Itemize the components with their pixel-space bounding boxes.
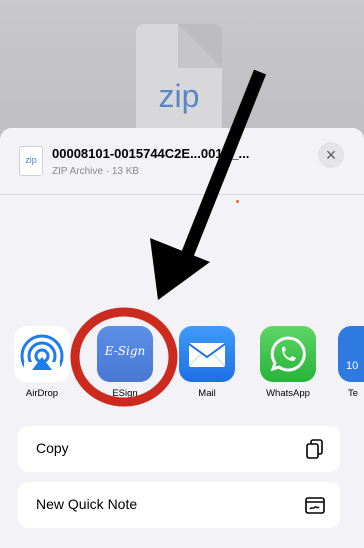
- app-label-partial: Te: [348, 388, 359, 399]
- page-fold: [178, 24, 222, 68]
- app-label-mail: Mail: [198, 388, 216, 399]
- close-button[interactable]: ×: [318, 142, 344, 168]
- copy-action[interactable]: Copy: [18, 426, 340, 472]
- app-label-whatsapp: WhatsApp: [266, 388, 310, 399]
- app-partial[interactable]: 10 Te: [338, 326, 364, 399]
- copy-icon: [306, 439, 323, 459]
- app-airdrop[interactable]: AirDrop: [12, 326, 72, 399]
- new-quick-note-action[interactable]: New Quick Note: [18, 482, 340, 528]
- share-apps-row: AirDrop E-Sign ESign Mail WhatsApp 10 Te: [0, 326, 364, 416]
- zip-document-preview: zip: [136, 24, 222, 136]
- file-name: 00008101-0015744C2E...001E_...: [52, 146, 250, 161]
- share-sheet: zip 00008101-0015744C2E...001E_... ZIP A…: [0, 128, 364, 548]
- page-indicator-dot: [236, 200, 239, 203]
- file-meta: ZIP Archive · 13 KB: [52, 166, 140, 177]
- zip-preview-label: zip: [158, 78, 200, 114]
- new-quick-note-label: New Quick Note: [36, 496, 138, 512]
- partial-app-tile-text: 10: [346, 360, 359, 372]
- app-mail[interactable]: Mail: [177, 326, 237, 399]
- whatsapp-icon[interactable]: [260, 326, 316, 382]
- app-label-esign: ESign: [112, 388, 138, 399]
- mail-icon[interactable]: [179, 326, 235, 382]
- esign-icon[interactable]: E-Sign: [97, 326, 153, 382]
- app-label-airdrop: AirDrop: [25, 388, 59, 399]
- zip-file-icon: zip: [19, 146, 43, 176]
- app-esign[interactable]: E-Sign ESign: [95, 326, 155, 399]
- partial-app-icon[interactable]: 10: [338, 326, 364, 382]
- share-sheet-header: zip 00008101-0015744C2E...001E_... ZIP A…: [0, 128, 364, 195]
- app-whatsapp[interactable]: WhatsApp: [258, 326, 318, 399]
- copy-label: Copy: [36, 440, 69, 456]
- zip-file-icon-label: zip: [25, 155, 37, 165]
- quick-note-icon: [305, 497, 325, 514]
- esign-tile-text: E-Sign: [104, 344, 146, 358]
- airdrop-icon[interactable]: [14, 326, 70, 382]
